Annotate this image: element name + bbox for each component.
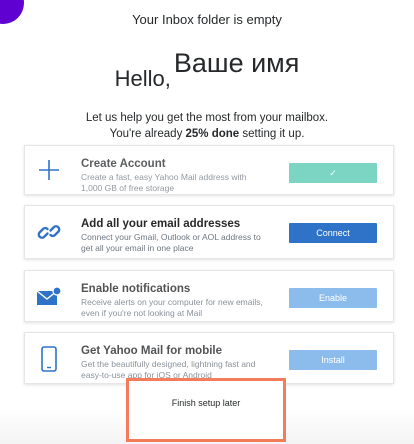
card-title: Enable notifications: [81, 283, 191, 295]
card-title: Create Account: [81, 158, 166, 170]
progress-percent: 25% done: [185, 128, 240, 140]
setup-intro: Let us help you get the most from your m…: [0, 110, 414, 142]
greeting-hello: Hello,: [114, 66, 171, 91]
link-icon: [35, 218, 63, 246]
create-account-done-button[interactable]: ✓: [289, 163, 377, 183]
setup-card-enable-notifications: Enable notifications Receive alerts on y…: [24, 270, 394, 322]
card-title: Get Yahoo Mail for mobile: [81, 345, 223, 357]
empty-folder-message: Your Inbox folder is empty: [132, 12, 282, 27]
setup-card-get-mobile: Get Yahoo Mail for mobile Get the beauti…: [24, 332, 394, 384]
envelope-notification-icon: [35, 283, 63, 311]
setup-card-create-account: Create Account Create a fast, easy Yahoo…: [24, 145, 394, 195]
intro-line-2: You're already 25% done setting it up.: [0, 126, 414, 142]
mobile-phone-icon: [35, 345, 63, 373]
greeting-user-name: Ваше имя: [173, 48, 300, 78]
setup-card-add-emails: Add all your email addresses Connect you…: [24, 205, 394, 259]
card-description: Create a fast, easy Yahoo Mail address w…: [81, 172, 247, 193]
install-mobile-app-button[interactable]: Install: [289, 350, 377, 370]
card-title: Add all your email addresses: [81, 218, 241, 230]
connect-button[interactable]: Connect: [289, 223, 377, 243]
card-description: Connect your Gmail, Outlook or AOL addre…: [81, 232, 261, 253]
finish-later-highlight: [126, 378, 286, 442]
intro-suffix: setting it up.: [239, 128, 305, 140]
greeting-heading: Hello,Ваше имя: [0, 50, 414, 91]
intro-prefix: You're already: [109, 128, 186, 140]
card-description: Receive alerts on your computer for new …: [81, 297, 263, 318]
finish-setup-later-link[interactable]: Finish setup later: [126, 398, 286, 408]
intro-line-1: Let us help you get the most from your m…: [85, 112, 329, 124]
enable-notifications-button[interactable]: Enable: [289, 288, 377, 308]
plus-icon: [35, 156, 63, 184]
